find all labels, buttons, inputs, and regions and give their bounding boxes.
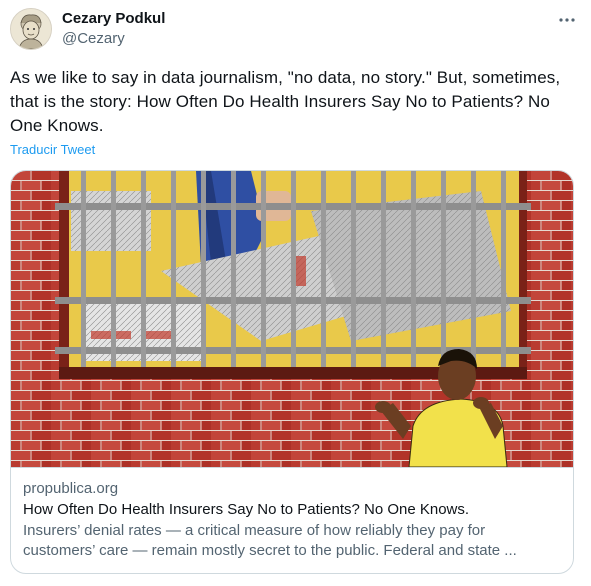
avatar[interactable] bbox=[10, 8, 52, 50]
card-description-line-2: customers’ care — remain mostly secret t… bbox=[23, 542, 517, 559]
sketch-portrait-avatar-icon bbox=[11, 9, 51, 49]
card-description-line-1: Insurers’ denial rates — a critical meas… bbox=[23, 522, 486, 539]
handle[interactable]: @Cezary bbox=[62, 29, 165, 49]
tweet: Cezary Podkul @Cezary As we like to say … bbox=[0, 0, 591, 586]
card-divider bbox=[11, 467, 573, 468]
card-domain[interactable]: propublica.org bbox=[23, 479, 563, 499]
link-card[interactable]: propublica.org How Often Do Health Insur… bbox=[10, 170, 574, 574]
card-text[interactable]: propublica.org How Often Do Health Insur… bbox=[23, 479, 563, 561]
translate-tweet-link[interactable]: Traducir Tweet bbox=[10, 142, 95, 158]
illustration-boy-at-barred-window-icon bbox=[11, 171, 573, 468]
card-description: Insurers’ denial rates — a critical meas… bbox=[23, 521, 563, 561]
more-horizontal-icon[interactable] bbox=[557, 10, 577, 30]
card-image[interactable] bbox=[11, 171, 573, 468]
card-title[interactable]: How Often Do Health Insurers Say No to P… bbox=[23, 500, 563, 520]
tweet-text: As we like to say in data journalism, "n… bbox=[10, 68, 561, 135]
display-name[interactable]: Cezary Podkul bbox=[62, 9, 165, 28]
author-names[interactable]: Cezary Podkul @Cezary bbox=[62, 9, 165, 49]
